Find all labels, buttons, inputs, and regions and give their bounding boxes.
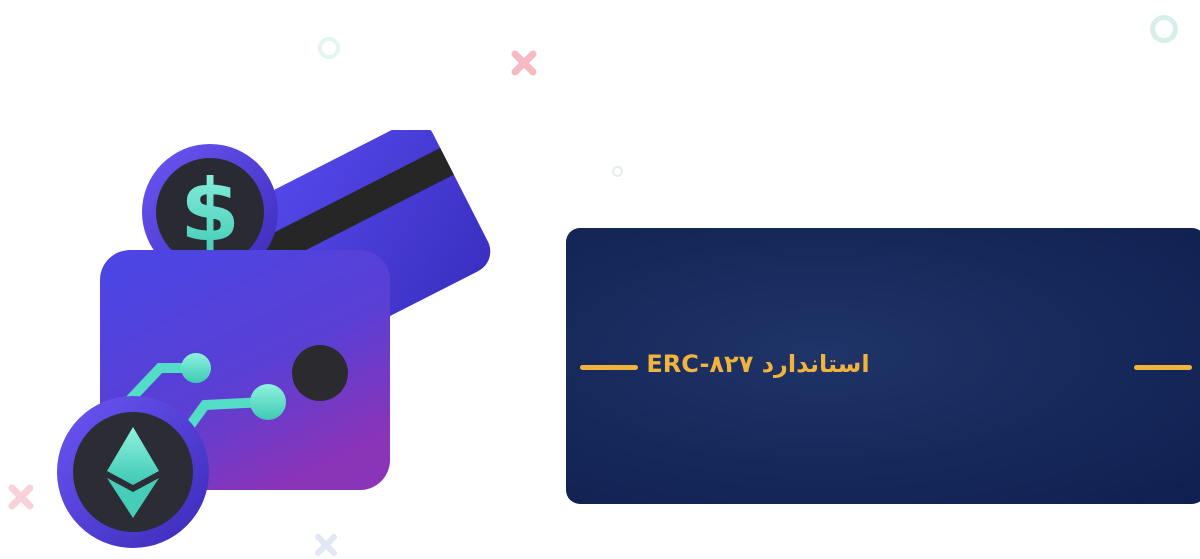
title-banner: استاندارد ERC-۸۲۷ xyxy=(566,228,1200,504)
dollar-symbol: $ xyxy=(180,161,240,261)
wallet-illustration: $ xyxy=(57,130,491,548)
wallet-clasp xyxy=(292,345,348,401)
circle-decoration xyxy=(1150,15,1178,43)
banner-title: استاندارد ERC-۸۲۷ xyxy=(646,350,870,378)
ethereum-coin xyxy=(57,396,209,548)
cross-decoration xyxy=(511,50,537,76)
accent-line-right xyxy=(1134,365,1192,370)
circle-decoration xyxy=(612,166,623,177)
circle-decoration xyxy=(318,37,340,59)
